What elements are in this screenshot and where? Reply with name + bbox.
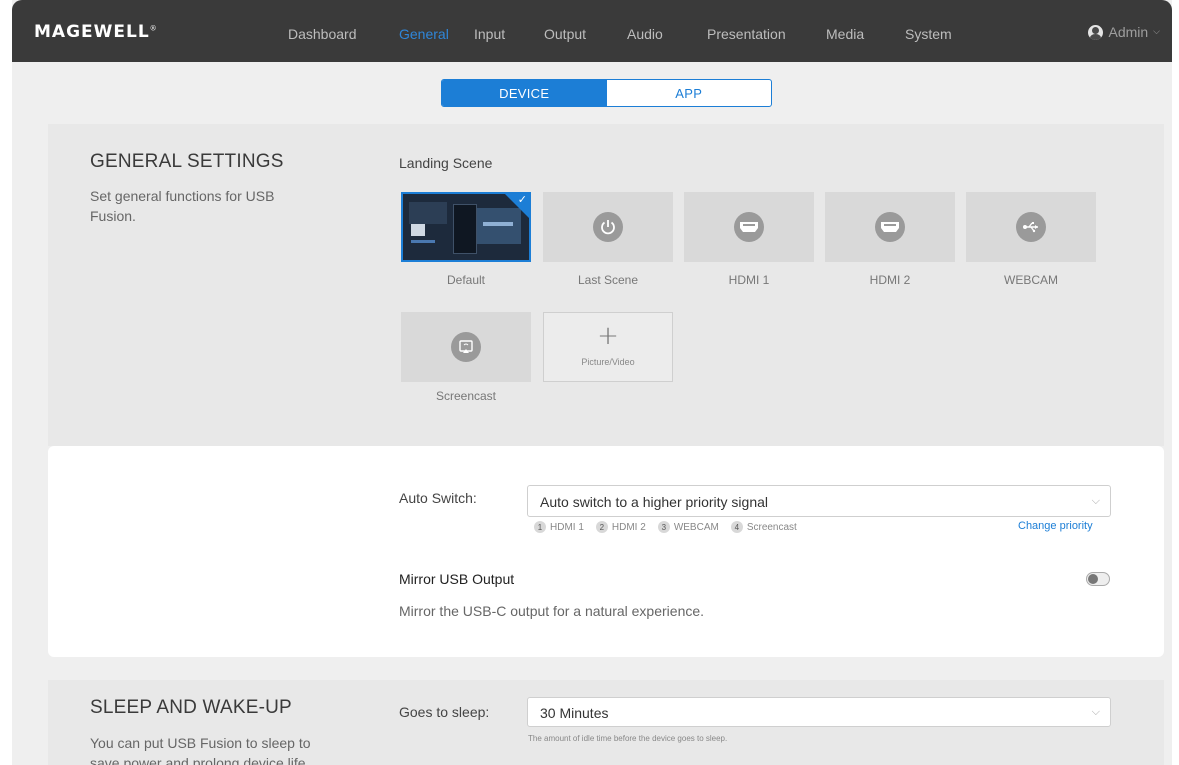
scene-tile-screencast[interactable] xyxy=(401,312,531,382)
change-priority-link[interactable]: Change priority xyxy=(1018,520,1093,532)
sleep-description: You can put USB Fusion to sleep to save … xyxy=(90,735,311,765)
priority-item: 3 WEBCAM xyxy=(657,521,719,533)
app-frame: MAGEWELL® Dashboard General Input Output… xyxy=(12,0,1172,765)
general-settings-title: GENERAL SETTINGS xyxy=(90,151,284,172)
scene-tile-hdmi2[interactable] xyxy=(825,192,955,262)
nav-audio[interactable]: Audio xyxy=(627,26,663,42)
priority-item: 4 Screencast xyxy=(730,521,797,533)
mirror-usb-output-title: Mirror USB Output xyxy=(399,571,515,587)
scene-label-screencast: Screencast xyxy=(435,389,497,403)
sleep-title: SLEEP AND WAKE-UP xyxy=(90,697,292,718)
priority-item: 1 HDMI 1 xyxy=(534,521,584,533)
power-icon xyxy=(593,212,623,242)
scene-tile-last-scene[interactable] xyxy=(543,192,673,262)
add-picture-video-label: Picture/Video xyxy=(581,357,635,367)
sleep-time-value: 30 Minutes xyxy=(540,705,609,721)
check-icon: ✓ xyxy=(517,193,527,206)
general-settings-description: Set general functions for USB Fusion. xyxy=(90,188,275,224)
top-nav: MAGEWELL® Dashboard General Input Output… xyxy=(12,0,1172,62)
priority-item: 2 HDMI 2 xyxy=(595,521,646,533)
hdmi-icon xyxy=(734,212,764,242)
mirror-usb-output-toggle[interactable] xyxy=(1086,572,1110,586)
user-menu[interactable]: Admin ⌵ xyxy=(1088,24,1160,40)
nav-system[interactable]: System xyxy=(905,26,952,42)
chevron-down-icon: ⌵ xyxy=(1091,705,1100,718)
sleep-hint: The amount of idle time before the devic… xyxy=(528,734,728,743)
scene-label-hdmi1: HDMI 1 xyxy=(728,273,770,287)
scene-label-hdmi2: HDMI 2 xyxy=(869,273,911,287)
user-name: Admin xyxy=(1108,24,1149,40)
device-app-tabs: DEVICE APP xyxy=(441,79,772,107)
chevron-down-icon: ⌵ xyxy=(1153,27,1160,37)
scene-tile-default[interactable]: ✓ xyxy=(401,192,531,262)
scene-tile-webcam[interactable] xyxy=(966,192,1096,262)
user-avatar-icon xyxy=(1088,24,1104,40)
landing-scene-label: Landing Scene xyxy=(399,155,493,171)
usb-icon xyxy=(1016,212,1046,242)
sleep-time-select[interactable]: 30 Minutes ⌵ xyxy=(527,697,1111,727)
nav-media[interactable]: Media xyxy=(826,26,864,42)
scene-label-last-scene: Last Scene xyxy=(577,273,639,287)
auto-switch-select[interactable]: Auto switch to a higher priority signal … xyxy=(527,485,1111,517)
auto-switch-label: Auto Switch: xyxy=(399,490,477,506)
magewell-logo: MAGEWELL® xyxy=(34,22,158,42)
goes-to-sleep-label: Goes to sleep: xyxy=(399,704,490,720)
nav-output[interactable]: Output xyxy=(544,26,586,42)
hdmi-icon xyxy=(875,212,905,242)
screencast-icon xyxy=(451,332,481,362)
nav-dashboard[interactable]: Dashboard xyxy=(288,26,357,42)
priority-list: 1 HDMI 1 2 HDMI 2 3 WEBCAM 4 Screencast xyxy=(534,521,797,533)
auto-switch-panel xyxy=(48,446,1164,657)
scene-label-default: Default xyxy=(446,273,486,287)
chevron-down-icon: ⌵ xyxy=(1091,494,1100,507)
nav-input[interactable]: Input xyxy=(474,26,505,42)
add-picture-video-button[interactable]: + Picture/Video xyxy=(543,312,673,382)
plus-icon: + xyxy=(597,321,619,351)
nav-general[interactable]: General xyxy=(399,26,449,42)
nav-presentation[interactable]: Presentation xyxy=(707,26,786,42)
scene-label-webcam: WEBCAM xyxy=(1004,273,1058,287)
tab-device[interactable]: DEVICE xyxy=(442,80,607,106)
auto-switch-value: Auto switch to a higher priority signal xyxy=(540,494,768,510)
scene-tile-hdmi1[interactable] xyxy=(684,192,814,262)
tab-app[interactable]: APP xyxy=(607,80,772,106)
mirror-usb-output-description: Mirror the USB-C output for a natural ex… xyxy=(399,603,705,619)
